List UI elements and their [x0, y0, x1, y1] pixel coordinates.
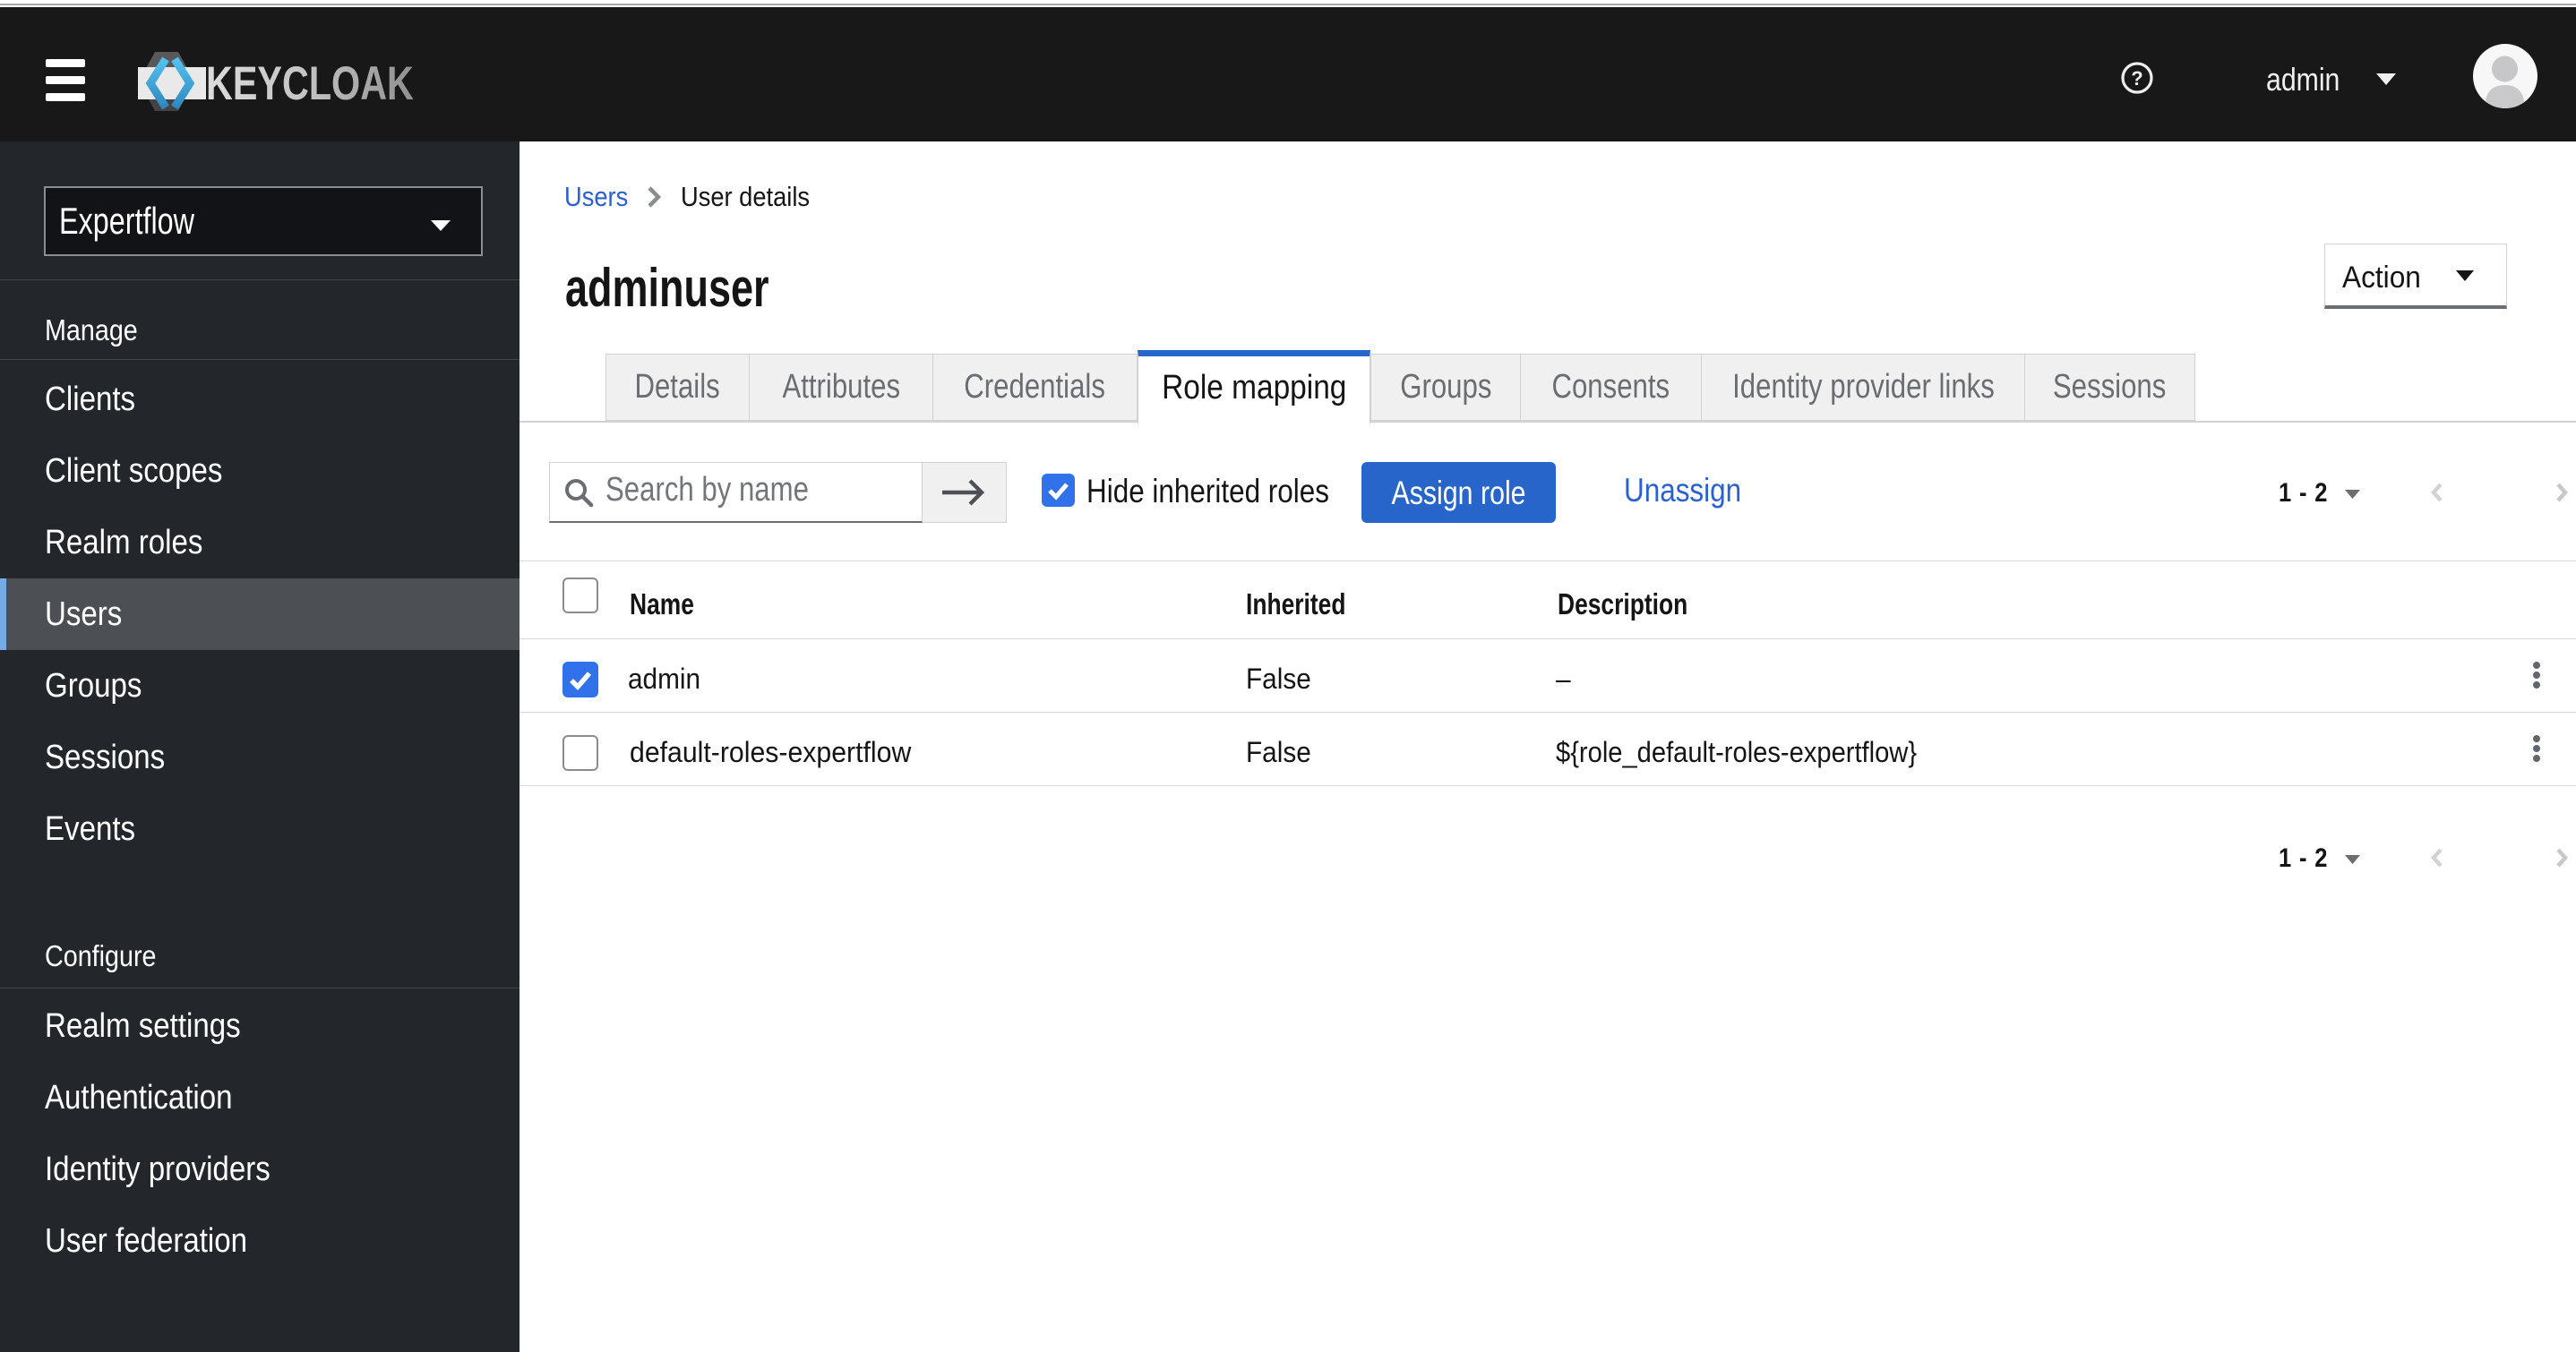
svg-text:KEYCLOAK: KEYCLOAK	[206, 57, 414, 110]
svg-text:?: ?	[2131, 67, 2142, 90]
